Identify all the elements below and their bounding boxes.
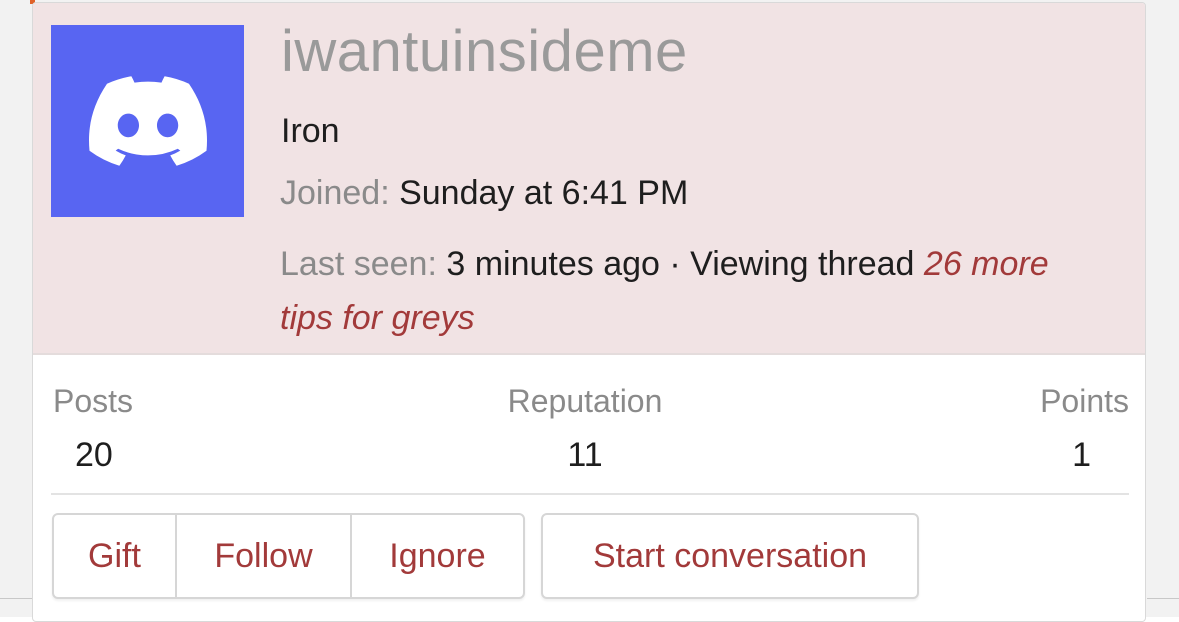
joined-label: Joined:	[280, 174, 390, 212]
reputation-value: 11	[567, 436, 603, 474]
avatar[interactable]	[51, 25, 244, 217]
last-seen-value: 3 minutes ago · Viewing thread	[446, 245, 915, 283]
last-seen-row: Last seen: 3 minutes ago · Viewing threa…	[280, 237, 1100, 345]
gift-button[interactable]: Gift	[54, 515, 177, 597]
start-conversation-button[interactable]: Start conversation	[541, 513, 919, 599]
stat-posts[interactable]: Posts 20	[53, 381, 133, 477]
reputation-label: Reputation	[507, 383, 663, 419]
member-stats: Posts 20 Reputation 11 Points 1	[51, 355, 1129, 495]
member-action-group: Gift Follow Ignore	[52, 513, 525, 599]
divider-left	[0, 598, 32, 599]
stat-reputation[interactable]: Reputation 11	[499, 381, 671, 477]
points-label: Points	[1040, 383, 1129, 419]
member-tooltip-card: iwantuinsideme Iron Joined: Sunday at 6:…	[32, 2, 1146, 622]
joined-value: Sunday at 6:41 PM	[399, 174, 689, 212]
divider-right	[1147, 598, 1179, 599]
posts-value: 20	[75, 436, 113, 474]
points-value: 1	[1072, 436, 1091, 474]
discord-logo-icon	[88, 76, 207, 166]
follow-button[interactable]: Follow	[177, 515, 352, 597]
posts-label: Posts	[53, 383, 134, 419]
stat-points[interactable]: Points 1	[1040, 381, 1129, 477]
ignore-button[interactable]: Ignore	[352, 515, 523, 597]
member-header: iwantuinsideme Iron Joined: Sunday at 6:…	[33, 3, 1145, 355]
username[interactable]: iwantuinsideme	[281, 17, 688, 87]
last-seen-label: Last seen:	[280, 245, 437, 283]
joined-row: Joined: Sunday at 6:41 PM	[280, 171, 688, 215]
user-title: Iron	[281, 112, 340, 150]
